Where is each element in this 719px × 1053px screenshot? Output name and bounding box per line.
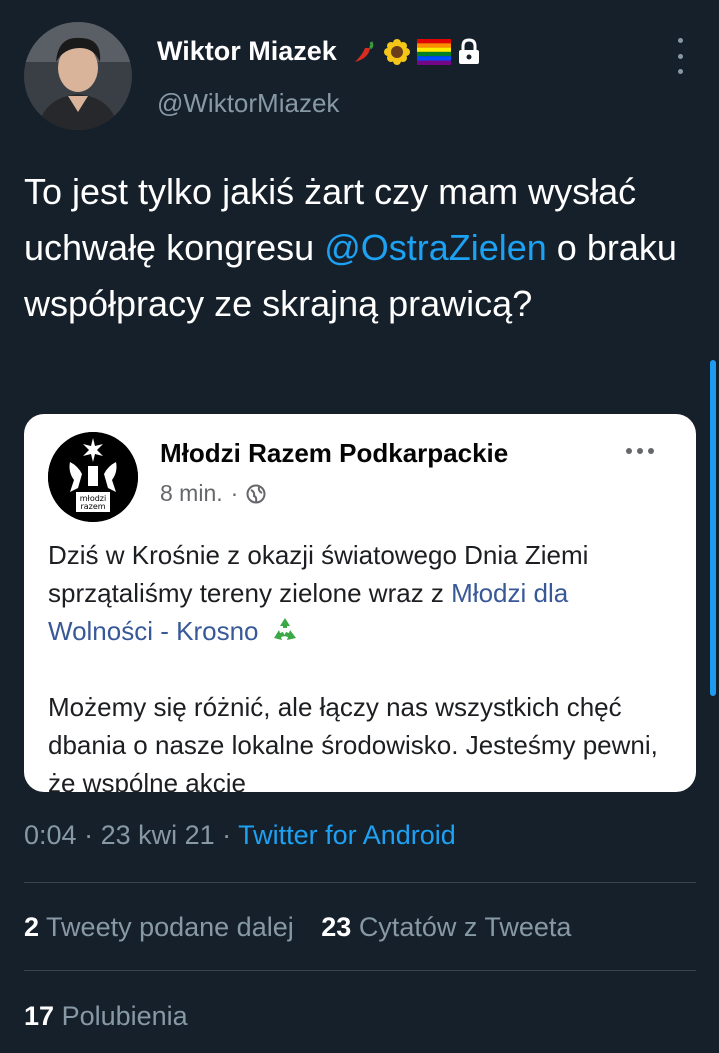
meta-separator-2: · xyxy=(214,820,239,850)
svg-text:razem: razem xyxy=(80,502,105,511)
post-time: 8 min. xyxy=(160,480,223,506)
page-avatar: młodzi razem xyxy=(48,432,138,522)
likes-stat[interactable]: 17 Polubienia xyxy=(24,1001,188,1032)
author-name-row[interactable]: Wiktor Miazek xyxy=(157,36,481,67)
scrollbar[interactable] xyxy=(710,360,716,696)
author-name[interactable]: Wiktor Miazek xyxy=(157,36,337,67)
post-body: Dziś w Krośnie z okazji światowego Dnia … xyxy=(48,536,678,792)
author-name-emojis xyxy=(349,37,481,66)
engagement-stats: 2 Tweety podane dalej 23 Cytatów z Tweet… xyxy=(24,912,571,943)
divider xyxy=(24,970,696,971)
post-more-icon xyxy=(626,448,654,454)
quotes-count: 23 xyxy=(321,912,352,942)
globe-icon xyxy=(246,484,266,503)
tweet-text: To jest tylko jakiś żart czy mam wysłać … xyxy=(24,164,694,332)
rainbow-flag-icon xyxy=(416,38,451,65)
divider xyxy=(24,882,696,883)
sunflower-icon xyxy=(383,38,410,65)
post-meta: 8 min. · xyxy=(160,480,266,507)
tweet-date: 23 kwi 21 xyxy=(100,820,215,850)
more-options-icon[interactable] xyxy=(668,38,692,74)
mlodzi-razem-logo: młodzi razem xyxy=(48,432,138,522)
tweet-source-link[interactable]: Twitter for Android xyxy=(238,820,456,850)
author-photo xyxy=(24,22,132,130)
retweets-label: Tweety podane dalej xyxy=(46,912,294,942)
author-handle[interactable]: @WiktorMiazek xyxy=(157,88,339,119)
author-avatar[interactable] xyxy=(24,22,132,130)
meta-separator: · xyxy=(230,480,239,506)
tweet-time: 0:04 xyxy=(24,820,77,850)
likes-count: 17 xyxy=(24,1001,55,1031)
tweet-meta: 0:04 · 23 kwi 21 · Twitter for Android xyxy=(24,820,456,851)
quotes-stat[interactable]: 23 Cytatów z Tweeta xyxy=(321,912,571,942)
tweet-mention-link[interactable]: @OstraZielen xyxy=(324,227,547,268)
post-paragraph-1: Dziś w Krośnie z okazji światowego Dnia … xyxy=(48,536,678,650)
retweets-stat[interactable]: 2 Tweety podane dalej xyxy=(24,912,294,942)
recycling-icon xyxy=(273,618,296,640)
retweets-count: 2 xyxy=(24,912,40,942)
page-name: Młodzi Razem Podkarpackie xyxy=(160,438,509,468)
post-paragraph-2: Możemy się różnić, ale łączy nas wszystk… xyxy=(48,692,658,792)
meta-separator-1: · xyxy=(76,820,101,850)
embedded-post-image[interactable]: młodzi razem Młodzi Razem Podkarpackie 8… xyxy=(24,414,696,792)
likes-label: Polubienia xyxy=(61,1001,188,1031)
lock-icon xyxy=(458,37,479,64)
hot-pepper-icon xyxy=(354,40,374,62)
quotes-label: Cytatów z Tweeta xyxy=(358,912,572,942)
